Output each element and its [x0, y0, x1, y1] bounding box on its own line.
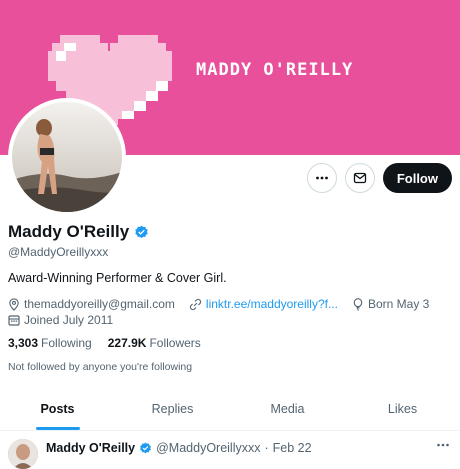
display-name: Maddy O'Reilly: [8, 222, 130, 241]
banner-title: MADDY O'REILLY: [196, 60, 354, 80]
profile-avatar[interactable]: [8, 98, 126, 216]
post-author-name[interactable]: Maddy O'Reilly: [46, 441, 135, 455]
email-text: themaddyoreilly@gmail.com: [24, 297, 175, 311]
location-item: themaddyoreilly@gmail.com: [8, 297, 175, 311]
post-separator: ·: [264, 441, 269, 455]
active-tab-indicator: [35, 427, 80, 430]
tab-posts[interactable]: Posts: [0, 392, 115, 430]
more-icon: [437, 443, 449, 447]
verified-badge-icon: [140, 442, 152, 453]
tab-likes[interactable]: Likes: [345, 392, 460, 430]
birthday-item: Born May 3: [352, 297, 429, 311]
link-item[interactable]: linktr.ee/maddyoreilly?f...: [189, 297, 338, 311]
following-count: 3,303: [8, 336, 39, 350]
profile-bio: Award-Winning Performer & Cover Girl.: [8, 271, 227, 285]
birthday-text: Born May 3: [367, 297, 430, 311]
profile-handle: @MaddyOreillyxxx: [8, 245, 109, 259]
joined-item: Joined July 2011: [8, 313, 113, 327]
location-pin-icon: [9, 297, 19, 311]
tab-media[interactable]: Media: [230, 392, 345, 430]
tab-label: Media: [270, 402, 305, 416]
more-button[interactable]: [306, 163, 337, 193]
followers-count: 227.9K: [107, 336, 147, 350]
more-icon: [315, 176, 328, 180]
post-date[interactable]: Feb 22: [273, 441, 312, 455]
post-avatar[interactable]: [8, 439, 38, 469]
balloon-icon: [353, 297, 363, 311]
verified-badge-icon[interactable]: [134, 225, 149, 240]
post-more-button[interactable]: [436, 438, 450, 455]
followers-label: Followers: [149, 336, 201, 350]
follow-button[interactable]: Follow: [382, 163, 452, 193]
calendar-icon: [8, 315, 20, 326]
tab-label: Likes: [387, 402, 418, 416]
tab-label: Posts: [40, 402, 75, 416]
link-icon: [189, 298, 201, 310]
not-followed-note: Not followed by anyone you're following: [8, 361, 193, 373]
post-item[interactable]: Maddy O'Reilly @MaddyOreillyxxx · Feb 22: [0, 431, 460, 469]
followers-stat[interactable]: 227.9K Followers: [108, 336, 201, 350]
profile-link[interactable]: linktr.ee/maddyoreilly?f...: [206, 297, 338, 311]
profile-tabs: Posts Replies Media Likes: [0, 392, 460, 431]
message-button[interactable]: [344, 163, 375, 193]
following-label: Following: [41, 336, 92, 350]
tab-replies[interactable]: Replies: [115, 392, 230, 430]
mail-icon: [353, 172, 366, 184]
joined-text: Joined July 2011: [24, 313, 114, 327]
tab-label: Replies: [151, 402, 194, 416]
post-author-handle[interactable]: @MaddyOreillyxxx: [156, 441, 260, 455]
following-stat[interactable]: 3,303 Following: [8, 336, 92, 350]
